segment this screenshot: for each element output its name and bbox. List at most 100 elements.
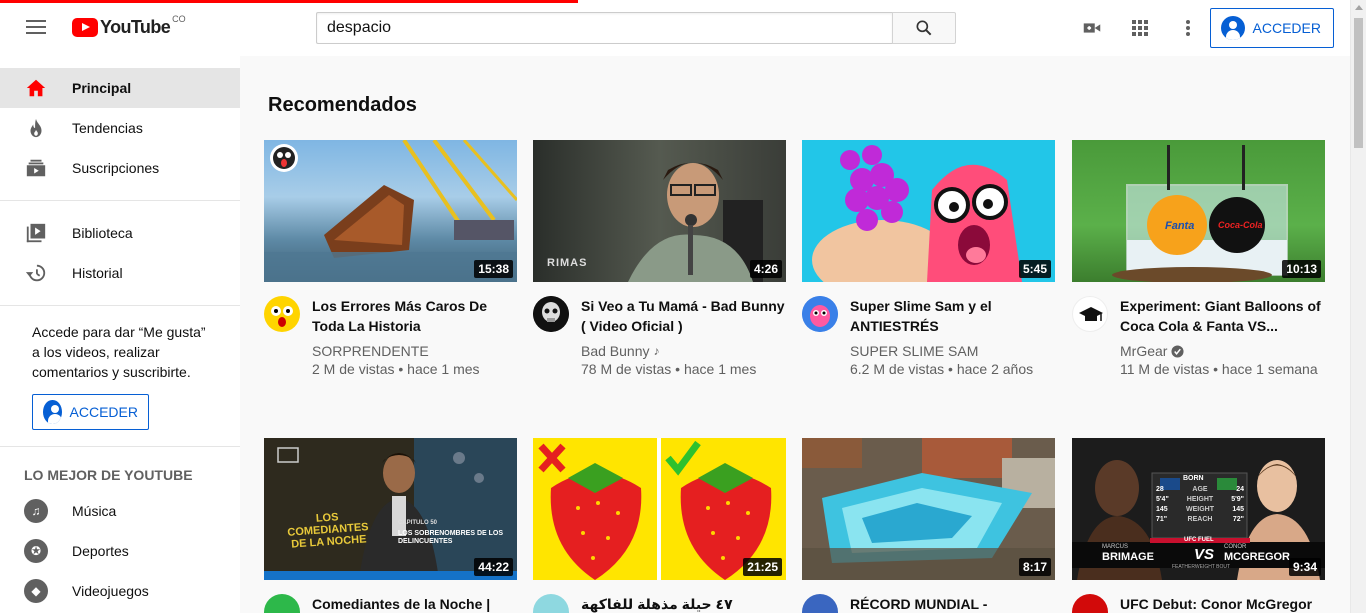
- video-thumbnail[interactable]: 5:45: [802, 140, 1055, 282]
- page-scrollbar[interactable]: [1350, 0, 1366, 613]
- main-content: Recomendados 15:38 Los Errores Más Caros…: [240, 56, 1350, 613]
- apps-grid-icon: [1132, 20, 1148, 36]
- video-duration: 4:26: [749, 260, 782, 278]
- fighter1-first-name: MARCUS: [1102, 544, 1129, 550]
- coca-cola-label: Coca-Cola: [1218, 220, 1263, 230]
- sidebar-item-suscripciones[interactable]: Suscripciones: [0, 148, 240, 188]
- guide-menu-button[interactable]: [20, 16, 52, 40]
- video-thumbnail[interactable]: RIMAS 4:26: [533, 140, 786, 282]
- stats-row: 28 AGE 24: [1156, 486, 1244, 493]
- sidebar-divider: [0, 446, 240, 447]
- born-label: BORN: [1183, 475, 1204, 482]
- video-duration: 21:25: [743, 558, 782, 576]
- fighter2-last-name: MCGREGOR: [1224, 551, 1290, 563]
- channel-avatar[interactable]: [264, 594, 300, 613]
- search-button[interactable]: [892, 12, 956, 44]
- gaming-icon: ◆: [24, 579, 48, 603]
- channel-avatar[interactable]: [533, 594, 569, 613]
- video-thumbnail[interactable]: LOS COMEDIANTES DE LA NOCHE CAPITULO 50 …: [264, 438, 517, 580]
- channel-name[interactable]: MrGear: [1120, 342, 1325, 360]
- sidebar-item-principal[interactable]: Principal: [0, 68, 240, 108]
- sidebar-item-label: Principal: [72, 80, 132, 96]
- masthead: YouTube CO ACCEDER: [0, 0, 1350, 56]
- episode-subtitle: LOS SOBRENOMBRES DE LOS DELINCUENTES: [398, 530, 504, 545]
- channel-avatar[interactable]: [264, 296, 300, 332]
- video-thumbnail[interactable]: 21:25: [533, 438, 786, 580]
- account-icon: [43, 400, 62, 424]
- section-title: Recomendados: [268, 94, 417, 116]
- sidebar-signin-button[interactable]: ACCEDER: [32, 394, 149, 430]
- video-thumbnail[interactable]: Fanta Coca-Cola 10:13: [1072, 140, 1325, 282]
- sidebar-item-tendencias[interactable]: Tendencias: [0, 108, 240, 148]
- video-stats: 6.2 M de vistas • hace 2 años: [850, 361, 1034, 377]
- video-title[interactable]: Experiment: Giant Balloons of Coca Cola …: [1120, 296, 1325, 336]
- video-card[interactable]: RIMAS 4:26 Si Veo a Tu Mamá - Bad Bunny …: [533, 140, 786, 378]
- video-title[interactable]: Si Veo a Tu Mamá - Bad Bunny ( Video Ofi…: [581, 296, 786, 336]
- sidebar-item-deportes[interactable]: ✪ Deportes: [0, 531, 240, 571]
- channel-avatar[interactable]: [533, 296, 569, 332]
- fighter1-last-name: BRIMAGE: [1102, 551, 1154, 563]
- youtube-logo[interactable]: YouTube CO: [72, 14, 186, 38]
- video-stats: 2 M de vistas • hace 1 mes: [312, 361, 480, 377]
- video-card[interactable]: Fanta Coca-Cola 10:13 Experiment: Giant …: [1072, 140, 1325, 378]
- sidebar-item-musica[interactable]: ♫ Música: [0, 491, 240, 531]
- create-video-button[interactable]: [1080, 16, 1104, 40]
- video-camera-icon: [1083, 23, 1101, 33]
- page-load-progress-bar: [0, 0, 578, 3]
- video-duration: 5:45: [1018, 260, 1051, 278]
- channel-avatar[interactable]: [802, 594, 838, 613]
- video-title[interactable]: Super Slime Sam y el ANTIESTRÉS: [850, 296, 1055, 336]
- channel-name[interactable]: SORPRENDENTE: [312, 342, 517, 360]
- fanta-label: Fanta: [1165, 220, 1195, 232]
- sidebar-signin-prompt: Accede para dar “Me gusta” a los videos,…: [32, 324, 206, 380]
- channel-name[interactable]: Bad Bunny ♪: [581, 342, 786, 360]
- youtube-play-icon: [72, 18, 98, 37]
- video-title[interactable]: RÉCORD MUNDIAL -: [850, 594, 1055, 613]
- scroll-up-arrow-icon[interactable]: [1355, 5, 1363, 10]
- more-vert-icon: [1186, 20, 1190, 36]
- settings-menu-button[interactable]: [1176, 16, 1200, 40]
- scrollbar-thumb[interactable]: [1354, 18, 1363, 148]
- stats-row: 71" REACH 72": [1156, 516, 1244, 523]
- sidebar-divider: [0, 200, 240, 201]
- fighter-stats-table: 28 AGE 24 5'4" HEIGHT 5'9" 145 WEIGHT 145 71" R…: [1156, 486, 1244, 526]
- video-card[interactable]: 8:17 RÉCORD MUNDIAL -: [802, 438, 1055, 613]
- sidebar-item-label: Historial: [72, 265, 123, 281]
- video-card[interactable]: 5:45 Super Slime Sam y el ANTIESTRÉS SUP…: [802, 140, 1055, 378]
- sidebar-item-label: Deportes: [72, 543, 129, 559]
- video-stats: 11 M de vistas • hace 1 semana: [1120, 361, 1318, 377]
- music-icon: ♫: [24, 499, 48, 523]
- channel-name[interactable]: SUPER SLIME SAM: [850, 342, 1055, 360]
- header-signin-label: ACCEDER: [1252, 20, 1321, 36]
- fire-icon: [24, 116, 48, 140]
- country-code: CO: [172, 14, 186, 24]
- vs-label: VS: [1194, 546, 1215, 563]
- logo-text: YouTube: [100, 17, 171, 37]
- video-card[interactable]: LOS COMEDIANTES DE LA NOCHE CAPITULO 50 …: [264, 438, 517, 613]
- apps-button[interactable]: [1128, 16, 1152, 40]
- video-card[interactable]: 21:25 ٤٧ حيلة مذهلة للفاكهة: [533, 438, 786, 613]
- video-duration: 10:13: [1282, 260, 1321, 278]
- search-icon: [916, 20, 932, 36]
- sidebar-item-videojuegos[interactable]: ◆ Videojuegos: [0, 571, 240, 611]
- channel-avatar[interactable]: [1072, 296, 1108, 332]
- video-thumbnail[interactable]: BORN 28 AGE 24 5'4" HEIGHT 5'9" 145 WEIGHT 145…: [1072, 438, 1325, 580]
- header-signin-button[interactable]: ACCEDER: [1209, 8, 1334, 48]
- video-duration: 9:34: [1288, 558, 1321, 576]
- video-card[interactable]: 15:38 Los Errores Más Caros De Toda La H…: [264, 140, 517, 378]
- channel-avatar[interactable]: [802, 296, 838, 332]
- video-title[interactable]: UFC Debut: Conor McGregor: [1120, 594, 1325, 613]
- search-bar: [316, 12, 956, 44]
- search-input[interactable]: [316, 12, 892, 44]
- video-card[interactable]: BORN 28 AGE 24 5'4" HEIGHT 5'9" 145 WEIGHT 145…: [1072, 438, 1325, 613]
- sidebar-item-biblioteca[interactable]: Biblioteca: [0, 213, 240, 253]
- video-title[interactable]: ٤٧ حيلة مذهلة للفاكهة: [581, 594, 786, 613]
- channel-avatar[interactable]: [1072, 594, 1108, 613]
- video-duration: 15:38: [474, 260, 513, 278]
- video-thumbnail[interactable]: 8:17: [802, 438, 1055, 580]
- video-stats: 78 M de vistas • hace 1 mes: [581, 361, 757, 377]
- video-title[interactable]: Comediantes de la Noche |: [312, 594, 517, 613]
- sidebar-item-historial[interactable]: Historial: [0, 253, 240, 293]
- video-title[interactable]: Los Errores Más Caros De Toda La Histori…: [312, 296, 517, 336]
- video-thumbnail[interactable]: 15:38: [264, 140, 517, 282]
